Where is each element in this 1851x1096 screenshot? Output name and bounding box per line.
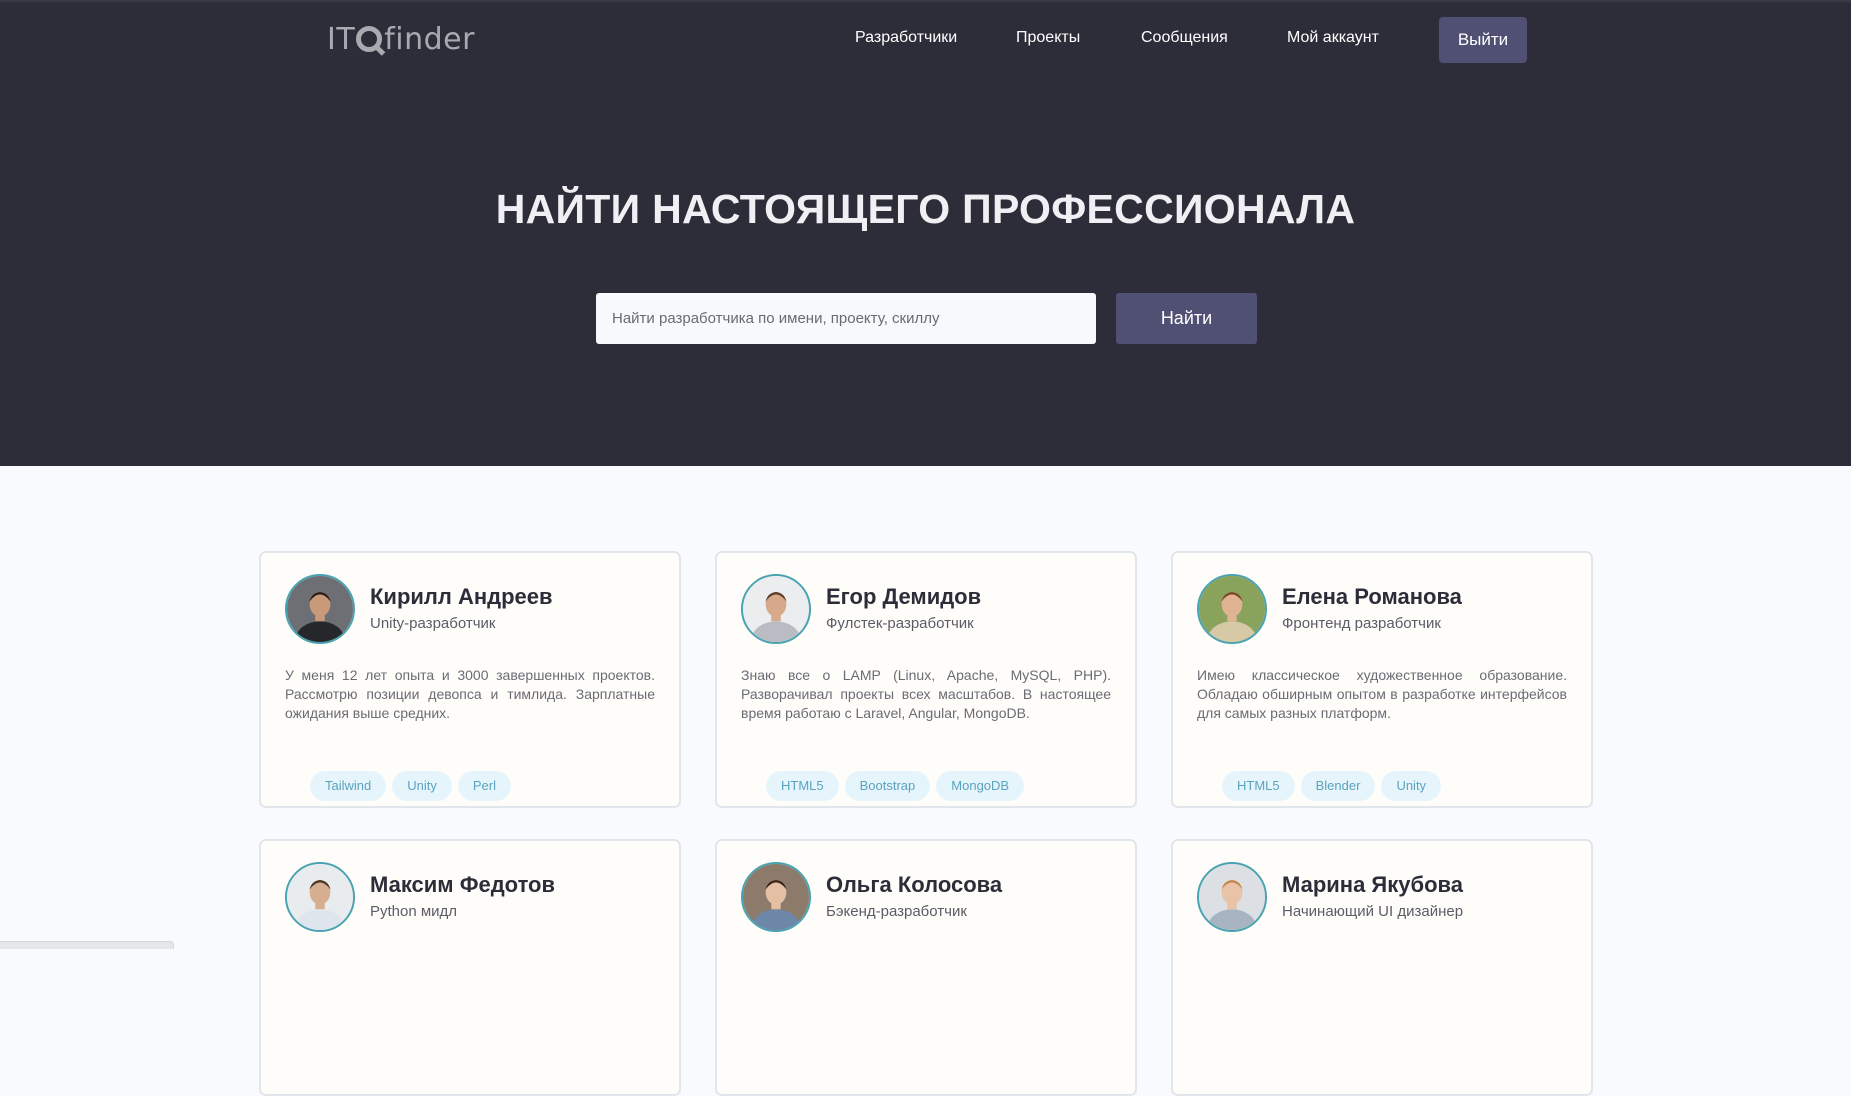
- skill-tag[interactable]: Unity: [1381, 771, 1442, 801]
- developer-card[interactable]: Кирилл Андреев Unity-разработчик У меня …: [259, 551, 681, 808]
- skill-tags: Tailwind Unity Perl: [310, 771, 511, 801]
- skill-tag[interactable]: HTML5: [766, 771, 839, 801]
- search-button[interactable]: Найти: [1116, 293, 1257, 344]
- skill-tag[interactable]: MongoDB: [936, 771, 1025, 801]
- hero-title: НАЙТИ НАСТОЯЩЕГО ПРОФЕССИОНАЛА: [0, 186, 1851, 233]
- logout-button[interactable]: Выйти: [1439, 17, 1527, 63]
- skill-tag[interactable]: Unity: [392, 771, 452, 801]
- hero-title-bold: ПРОФЕССИОНАЛА: [962, 186, 1356, 232]
- logo-text-it: IT: [327, 22, 356, 57]
- nav-messages[interactable]: Сообщения: [1141, 29, 1228, 47]
- avatar: [1197, 574, 1267, 644]
- developer-description: Знаю все о LAMP (Linux, Apache, MySQL, P…: [741, 667, 1111, 721]
- skill-tag[interactable]: Blender: [1300, 771, 1376, 801]
- skill-tag[interactable]: Bootstrap: [844, 771, 931, 801]
- developer-card[interactable]: Максим Федотов Python мидл: [259, 839, 681, 1096]
- developer-name[interactable]: Кирилл Андреев: [370, 584, 553, 610]
- skill-tags: HTML5 Blender Unity: [1222, 771, 1442, 801]
- skill-tag[interactable]: Perl: [457, 771, 511, 801]
- skill-tag[interactable]: HTML5: [1222, 771, 1295, 801]
- developer-role: Бэкенд-разработчик: [826, 903, 967, 920]
- developer-name[interactable]: Ольга Колосова: [826, 872, 1002, 898]
- avatar: [285, 574, 355, 644]
- avatar: [741, 862, 811, 932]
- developer-role: Фронтенд разработчик: [1282, 615, 1441, 632]
- developer-name[interactable]: Марина Якубова: [1282, 872, 1463, 898]
- developer-card[interactable]: Елена Романова Фронтенд разработчик Имею…: [1171, 551, 1593, 808]
- site-logo[interactable]: IT finder: [327, 22, 475, 57]
- magnifier-icon: [356, 26, 383, 52]
- skill-tag[interactable]: Tailwind: [310, 771, 387, 801]
- developer-card[interactable]: Марина Якубова Начинающий UI дизайнер: [1171, 839, 1593, 1096]
- developer-description: У меня 12 лет опыта и 3000 завершенных п…: [285, 667, 655, 721]
- avatar: [1197, 862, 1267, 932]
- developer-description: Имею классическое художественное образов…: [1197, 667, 1567, 721]
- skill-tags: HTML5 Bootstrap MongoDB: [766, 771, 1025, 801]
- developer-name[interactable]: Елена Романова: [1282, 584, 1462, 610]
- developer-name[interactable]: Егор Демидов: [826, 584, 981, 610]
- search-input[interactable]: [596, 293, 1096, 344]
- developer-name[interactable]: Максим Федотов: [370, 872, 555, 898]
- avatar: [741, 574, 811, 644]
- nav-developers[interactable]: Разработчики: [855, 29, 957, 47]
- nav-my-account[interactable]: Мой аккаунт: [1287, 29, 1379, 47]
- hero-title-light: НАЙТИ НАСТОЯЩЕГО: [495, 186, 951, 232]
- developer-role: Python мидл: [370, 903, 458, 920]
- horizontal-scrollbar[interactable]: [0, 941, 174, 949]
- avatar: [285, 862, 355, 932]
- nav-projects[interactable]: Проекты: [1016, 29, 1080, 47]
- developer-role: Начинающий UI дизайнер: [1282, 903, 1464, 920]
- developer-role: Фулстек-разработчик: [826, 615, 974, 632]
- developer-card[interactable]: Егор Демидов Фулстек-разработчик Знаю вс…: [715, 551, 1137, 808]
- hero-section: IT finder Разработчики Проекты Сообщения …: [0, 0, 1851, 466]
- developer-card[interactable]: Ольга Колосова Бэкенд-разработчик: [715, 839, 1137, 1096]
- developer-role: Unity-разработчик: [370, 615, 496, 632]
- logo-text-finder: finder: [384, 22, 475, 57]
